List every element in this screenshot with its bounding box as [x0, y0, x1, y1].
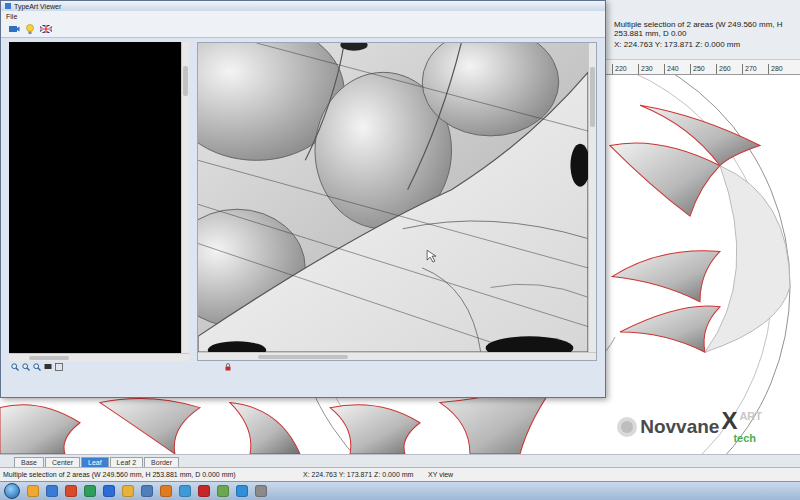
app-icon[interactable] — [46, 485, 58, 497]
app-icon[interactable] — [198, 485, 210, 497]
zoom-out-icon[interactable] — [22, 363, 30, 371]
sub-text: tech — [721, 433, 756, 444]
viewer-window[interactable]: TypeArt Viewer File — [0, 0, 606, 398]
light-icon[interactable] — [24, 23, 36, 35]
monitor-icon[interactable] — [44, 363, 52, 371]
app-icon[interactable] — [84, 485, 96, 497]
app-icon — [5, 3, 11, 9]
status-selection: Multiple selection of 2 areas (W 249.560… — [3, 471, 303, 478]
app-icon[interactable] — [217, 485, 229, 497]
zoom-window-icon[interactable] — [33, 363, 41, 371]
ruler-mark: 220 — [612, 64, 638, 74]
app-icon[interactable] — [141, 485, 153, 497]
viewer-body — [1, 38, 605, 361]
ruler-mark: 240 — [664, 64, 690, 74]
preview-view[interactable] — [9, 42, 181, 353]
grid-icon[interactable] — [55, 363, 63, 371]
app-icon[interactable] — [160, 485, 172, 497]
logo-icon — [616, 416, 638, 438]
mark-text: X — [721, 409, 737, 433]
app-icon[interactable] — [27, 485, 39, 497]
ruler-mark: 230 — [638, 64, 664, 74]
ruler-mark: 260 — [716, 64, 742, 74]
ruler-mark: 250 — [690, 64, 716, 74]
start-button[interactable] — [4, 483, 20, 499]
cursor-icon — [427, 250, 436, 262]
desktop: Multiple selection of 2 areas (W 249.560… — [0, 0, 800, 500]
view-tools — [1, 361, 605, 373]
title-bar[interactable]: TypeArt Viewer — [1, 1, 605, 11]
selection-text: Multiple selection of 2 areas (W 249.560… — [614, 20, 796, 38]
layer-tab[interactable]: Border — [144, 457, 179, 467]
brand-mark: XART tech — [721, 409, 762, 444]
ruler-mark: 280 — [768, 64, 794, 74]
window-title: TypeArt Viewer — [14, 3, 61, 10]
status-bar: Multiple selection of 2 areas (W 249.560… — [0, 467, 800, 481]
app-icon[interactable] — [122, 485, 134, 497]
zoom-in-icon[interactable] — [11, 363, 19, 371]
scrollbar[interactable] — [181, 42, 189, 353]
camera-icon[interactable] — [8, 23, 20, 35]
render-pane — [197, 42, 597, 361]
preview-pane — [9, 42, 189, 361]
brand-text: Novvane — [640, 416, 719, 438]
menu-bar: File — [1, 11, 605, 21]
app-icon[interactable] — [179, 485, 191, 497]
coords-text: X: 224.763 Y: 173.871 Z: 0.000 mm — [614, 40, 796, 49]
flag-icon[interactable] — [40, 23, 52, 35]
taskbar — [0, 481, 800, 500]
selection-info: Multiple selection of 2 areas (W 249.560… — [614, 20, 800, 59]
layer-tab[interactable]: Base — [14, 457, 44, 467]
scrollbar[interactable] — [588, 43, 596, 352]
app-icon[interactable] — [255, 485, 267, 497]
app-icon[interactable] — [103, 485, 115, 497]
app-icon[interactable] — [236, 485, 248, 497]
scrollbar[interactable] — [198, 352, 596, 360]
toolbar — [1, 21, 605, 38]
layer-tab[interactable]: Leaf — [81, 457, 109, 467]
app-icon[interactable] — [65, 485, 77, 497]
status-coords: X: 224.763 Y: 173.871 Z: 0.000 mm — [303, 471, 428, 478]
lock-icon[interactable] — [224, 363, 232, 371]
scrollbar[interactable] — [9, 353, 189, 361]
watermark: NovvaneXART tech — [616, 409, 762, 444]
status-view: XY view — [428, 471, 488, 478]
art-text: ART — [739, 409, 762, 422]
layer-tabs: BaseCenterLeafLeaf 2Border — [0, 454, 800, 467]
menu-item[interactable]: File — [6, 13, 17, 20]
layer-tab[interactable]: Leaf 2 — [110, 457, 143, 467]
render-view[interactable] — [198, 43, 588, 352]
layer-tab[interactable]: Center — [45, 457, 80, 467]
ruler-mark: 270 — [742, 64, 768, 74]
